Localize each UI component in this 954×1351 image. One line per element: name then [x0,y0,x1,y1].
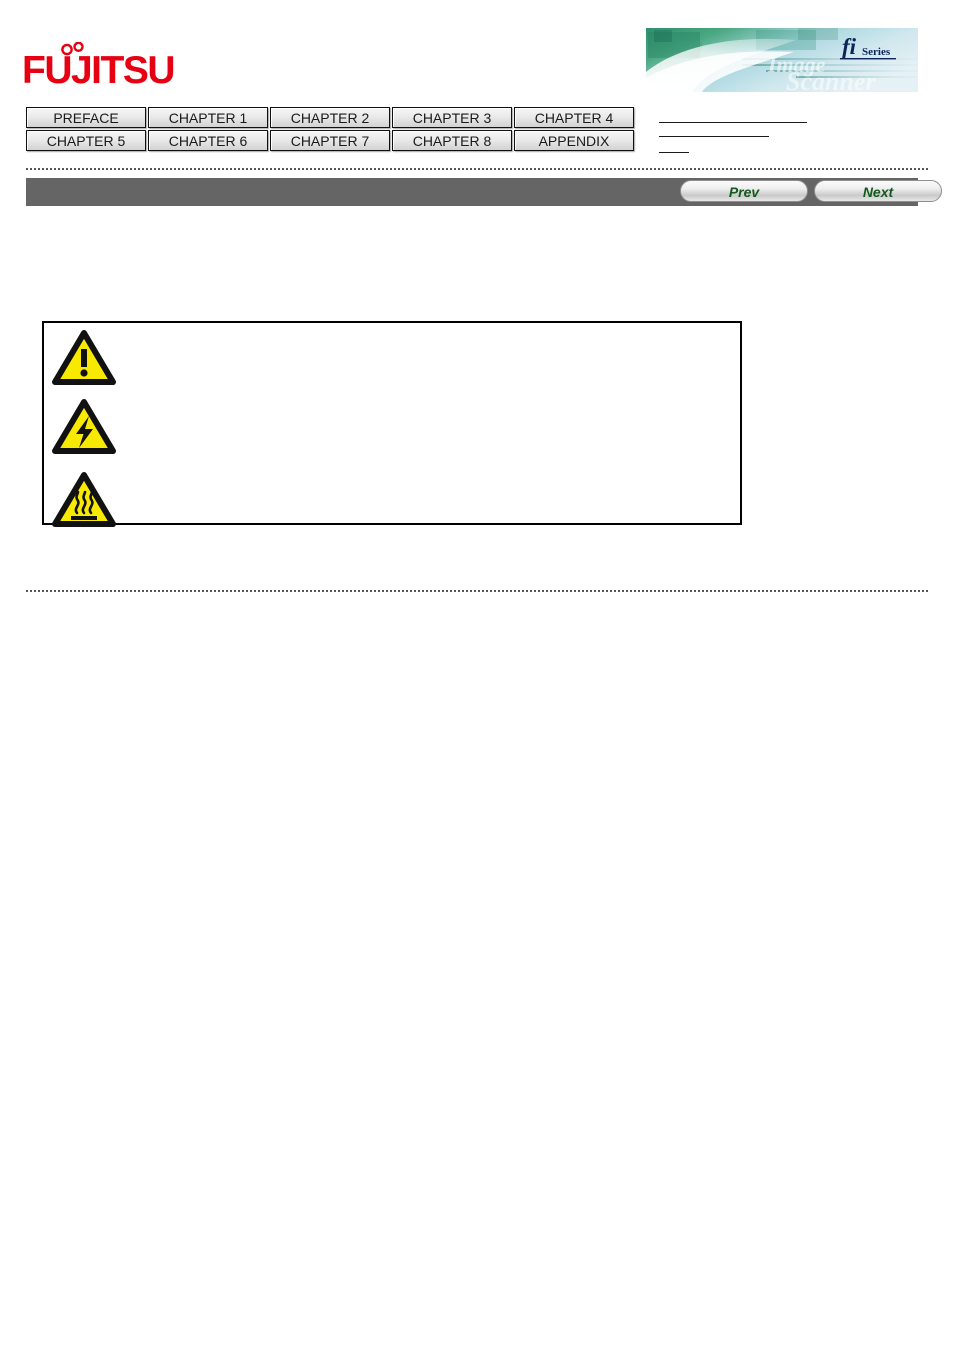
dotted-separator-bottom [26,590,928,592]
breadcrumb-rule-2 [659,136,769,137]
chapter-navigation: PREFACE CHAPTER 1 CHAPTER 2 CHAPTER 3 CH… [26,107,638,153]
nav-tab-chapter-8[interactable]: CHAPTER 8 [392,130,512,151]
banner-fi-title: fi [842,34,857,59]
nav-tab-chapter-1[interactable]: CHAPTER 1 [148,107,268,128]
nav-tab-preface[interactable]: PREFACE [26,107,146,128]
nav-tab-chapter-4[interactable]: CHAPTER 4 [514,107,634,128]
warning-triangle-icon [52,329,116,387]
chapter-nav-row-1: PREFACE CHAPTER 1 CHAPTER 2 CHAPTER 3 CH… [26,107,638,128]
svg-text:FUJITSU: FUJITSU [22,49,174,90]
hot-surface-icon [52,471,116,529]
breadcrumb-rule-1 [659,122,807,123]
electric-shock-icon [52,398,116,456]
nav-tab-chapter-6[interactable]: CHAPTER 6 [148,130,268,151]
fi-series-banner: Image Scanner fi Series [646,28,918,92]
chapter-nav-row-2: CHAPTER 5 CHAPTER 6 CHAPTER 7 CHAPTER 8 … [26,130,638,151]
pager-toolbar: Prev Next [26,178,942,206]
banner-series-subtitle: Series [862,46,891,58]
warning-row-electric-shock [52,398,130,456]
nav-tab-chapter-5[interactable]: CHAPTER 5 [26,130,146,151]
nav-tab-chapter-2[interactable]: CHAPTER 2 [270,107,390,128]
banner-watermark-scanner: Scanner [786,67,876,92]
nav-tab-chapter-7[interactable]: CHAPTER 7 [270,130,390,151]
nav-tab-chapter-3[interactable]: CHAPTER 3 [392,107,512,128]
fujitsu-logo: FUJITSU [22,42,202,90]
next-button[interactable]: Next [814,180,942,202]
warning-symbols-box [42,321,742,527]
breadcrumb-rule-3 [659,152,689,153]
dotted-separator-top [26,168,928,170]
warning-row-general [52,329,130,387]
warning-row-hot-surface [52,471,130,529]
prev-button[interactable]: Prev [680,180,808,202]
nav-tab-appendix[interactable]: APPENDIX [514,130,634,151]
